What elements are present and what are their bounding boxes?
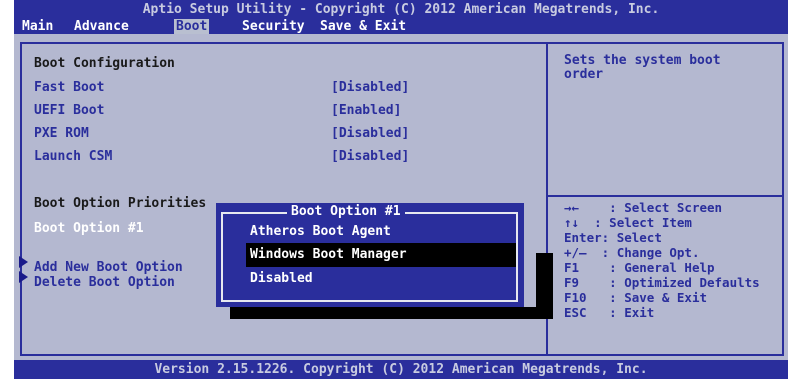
tab-main[interactable]: Main xyxy=(20,19,55,34)
key-hint-select-screen: →← : Select Screen xyxy=(564,200,723,215)
footer-bar: Version 2.15.1226. Copyright (C) 2012 Am… xyxy=(14,360,788,379)
help-divider xyxy=(546,195,784,197)
tab-save-exit[interactable]: Save & Exit xyxy=(318,19,408,34)
key-hint-change-opt: +/— : Change Opt. xyxy=(564,245,700,260)
arrows-horizontal-icon: →← xyxy=(564,200,580,215)
add-new-boot-option[interactable]: Add New Boot Option xyxy=(34,260,183,276)
pxe-rom-value[interactable]: [Disabled] xyxy=(331,126,409,142)
key-hint-esc: ESC : Exit xyxy=(564,305,655,320)
tab-security[interactable]: Security xyxy=(240,19,307,34)
uefi-boot-value[interactable]: [Enabled] xyxy=(331,103,401,119)
launch-csm-value[interactable]: [Disabled] xyxy=(331,149,409,165)
fast-boot-label[interactable]: Fast Boot xyxy=(34,80,104,96)
tab-boot[interactable]: Boot xyxy=(174,19,210,34)
version-text: Version 2.15.1226. Copyright (C) 2012 Am… xyxy=(154,362,648,377)
title-bar: Aptio Setup Utility - Copyright (C) 2012… xyxy=(14,0,788,34)
uefi-boot-label[interactable]: UEFI Boot xyxy=(34,103,104,119)
popup-option-windows-boot-manager[interactable]: Windows Boot Manager xyxy=(250,247,407,263)
arrows-vertical-icon: ↑↓ xyxy=(564,215,580,230)
popup-title: Boot Option #1 xyxy=(287,204,405,220)
submenu-arrow-icon xyxy=(19,256,28,268)
app-title: Aptio Setup Utility - Copyright (C) 2012… xyxy=(142,2,660,17)
tab-advance[interactable]: Advance xyxy=(72,19,131,34)
key-hint-select-item: ↑↓ : Select Item xyxy=(564,215,692,230)
help-description: Sets the system boot order xyxy=(564,53,721,82)
launch-csm-label[interactable]: Launch CSM xyxy=(34,149,112,165)
popup-shadow-bottom xyxy=(230,307,553,319)
bios-setup-screen: Aptio Setup Utility - Copyright (C) 2012… xyxy=(0,0,797,379)
key-hint-f10: F10 : Save & Exit xyxy=(564,290,707,305)
submenu-arrow-icon xyxy=(19,271,28,283)
fast-boot-value[interactable]: [Disabled] xyxy=(331,80,409,96)
boot-option-priorities-heading: Boot Option Priorities xyxy=(34,196,207,211)
key-hint-f9: F9 : Optimized Defaults xyxy=(564,275,760,290)
pxe-rom-label[interactable]: PXE ROM xyxy=(34,126,89,142)
delete-boot-option[interactable]: Delete Boot Option xyxy=(34,275,175,291)
key-hint-f1: F1 : General Help xyxy=(564,260,715,275)
boot-configuration-heading: Boot Configuration xyxy=(34,56,175,71)
popup-option-atheros[interactable]: Atheros Boot Agent xyxy=(250,224,391,240)
key-hint-enter: Enter: Select xyxy=(564,230,662,245)
boot-option-popup: Boot Option #1 Atheros Boot Agent Window… xyxy=(216,203,524,307)
boot-option-1-label[interactable]: Boot Option #1 xyxy=(34,221,144,237)
popup-option-disabled[interactable]: Disabled xyxy=(250,271,313,287)
